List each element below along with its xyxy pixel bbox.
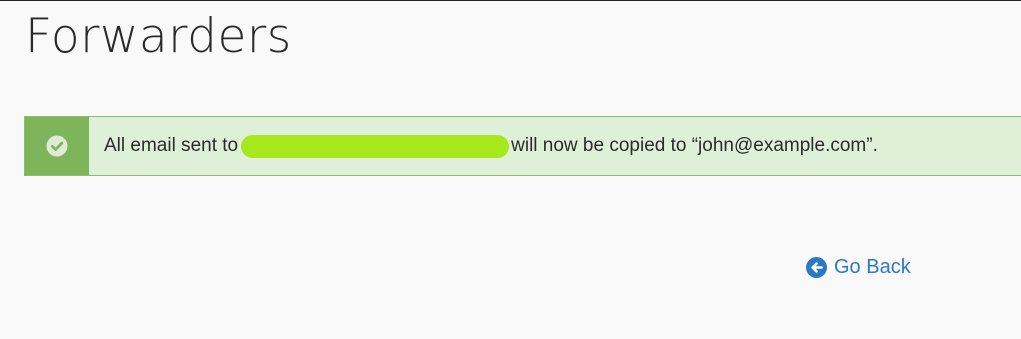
check-circle-icon	[46, 135, 68, 157]
page-title: Forwarders	[25, 9, 292, 64]
alert-text-after: will now be copied to “john@example.com”…	[511, 135, 878, 156]
alert-icon-cell	[25, 117, 89, 175]
arrow-left-circle-icon	[806, 257, 827, 278]
redacted-email	[241, 134, 510, 158]
success-alert: All email sent to will now be copied to …	[24, 116, 1021, 176]
alert-message: All email sent to will now be copied to …	[104, 134, 878, 158]
go-back-label: Go Back	[834, 256, 911, 278]
forwarders-page: Forwarders All email sent to will now be…	[0, 0, 1021, 339]
go-back-link[interactable]: Go Back	[806, 256, 911, 279]
alert-text-before: All email sent to	[104, 135, 239, 156]
